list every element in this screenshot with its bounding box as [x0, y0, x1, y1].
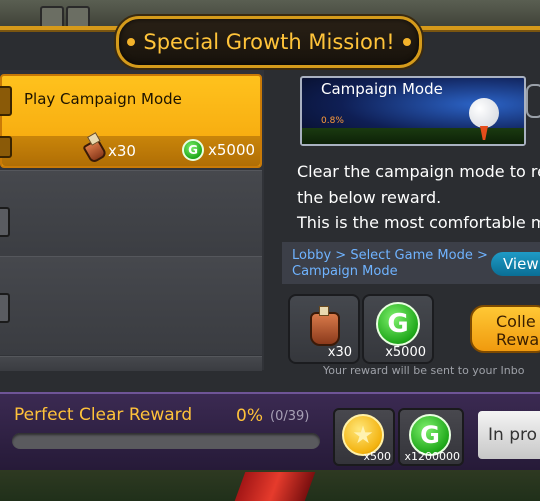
g-coin-icon: G: [376, 302, 420, 346]
collect-reward-button[interactable]: Colle Rewa: [470, 305, 540, 353]
perfect-reward-tile: ★ x500: [333, 408, 395, 466]
side-tab: [0, 136, 12, 158]
view-button[interactable]: View: [491, 252, 540, 276]
mission-label: Play Campaign Mode: [24, 90, 182, 108]
reward-qty: x1200000: [404, 450, 461, 463]
reward-tile: G x5000: [362, 294, 434, 364]
paperclip-icon: [526, 84, 540, 118]
title-plate: Special Growth Mission!: [116, 16, 422, 68]
red-stripe-decoration: [234, 472, 316, 501]
mission-item[interactable]: [0, 170, 262, 269]
reward-notice: Your reward will be sent to your Inbo: [323, 364, 525, 377]
reward-qty: x5000: [385, 345, 426, 360]
reward-qty: x500: [363, 450, 391, 463]
status-label: In pro: [488, 425, 537, 445]
title-dot-icon: [402, 38, 411, 46]
reward-qty: x30: [108, 142, 136, 160]
side-tab: [0, 293, 10, 323]
mission-item[interactable]: [0, 356, 262, 371]
golf-ball-icon: [469, 98, 499, 128]
side-tab: [0, 207, 10, 237]
reward-qty: x30: [327, 345, 352, 360]
title-dot-icon: [127, 38, 136, 46]
perfect-reward-tile: G x1200000: [398, 408, 464, 466]
path-line: Campaign Mode: [292, 264, 398, 279]
perfect-clear-title: Perfect Clear Reward: [14, 405, 193, 425]
perfect-clear-percent: 0%: [236, 406, 263, 426]
mission-reward: x30: [82, 137, 136, 165]
description-line: the below reward.: [297, 188, 442, 207]
mission-reward: G x5000: [182, 139, 255, 161]
collect-label: Rewa: [496, 330, 540, 349]
mission-list: Play Campaign Mode x30 G x5000: [0, 70, 264, 371]
banner-title: Campaign Mode: [321, 80, 443, 98]
potion-icon: [82, 137, 108, 165]
perfect-clear-count: (0/39): [270, 409, 310, 424]
in-progress-button[interactable]: In pro: [478, 411, 540, 459]
collect-label: Colle: [496, 312, 536, 331]
game-background-bottom: [0, 468, 540, 501]
reward-tile: x30: [288, 294, 360, 364]
banner-hills: [302, 128, 524, 144]
description-line: Clear the campaign mode to re: [297, 162, 540, 181]
page-title: Special Growth Mission!: [143, 30, 395, 54]
side-tab: [0, 86, 12, 116]
view-label: View: [503, 255, 539, 273]
mission-item-campaign[interactable]: Play Campaign Mode x30 G x5000: [0, 74, 262, 168]
mission-item[interactable]: [0, 256, 262, 355]
reward-qty: x5000: [208, 141, 256, 159]
path-line: Lobby > Select Game Mode >: [292, 248, 488, 263]
banner-percent: 0.8%: [321, 116, 344, 126]
potion-icon: [310, 306, 340, 346]
description-line: This is the most comfortable m: [297, 213, 540, 232]
perfect-clear-progress-bar: [12, 433, 320, 449]
g-coin-icon: G: [182, 139, 204, 161]
